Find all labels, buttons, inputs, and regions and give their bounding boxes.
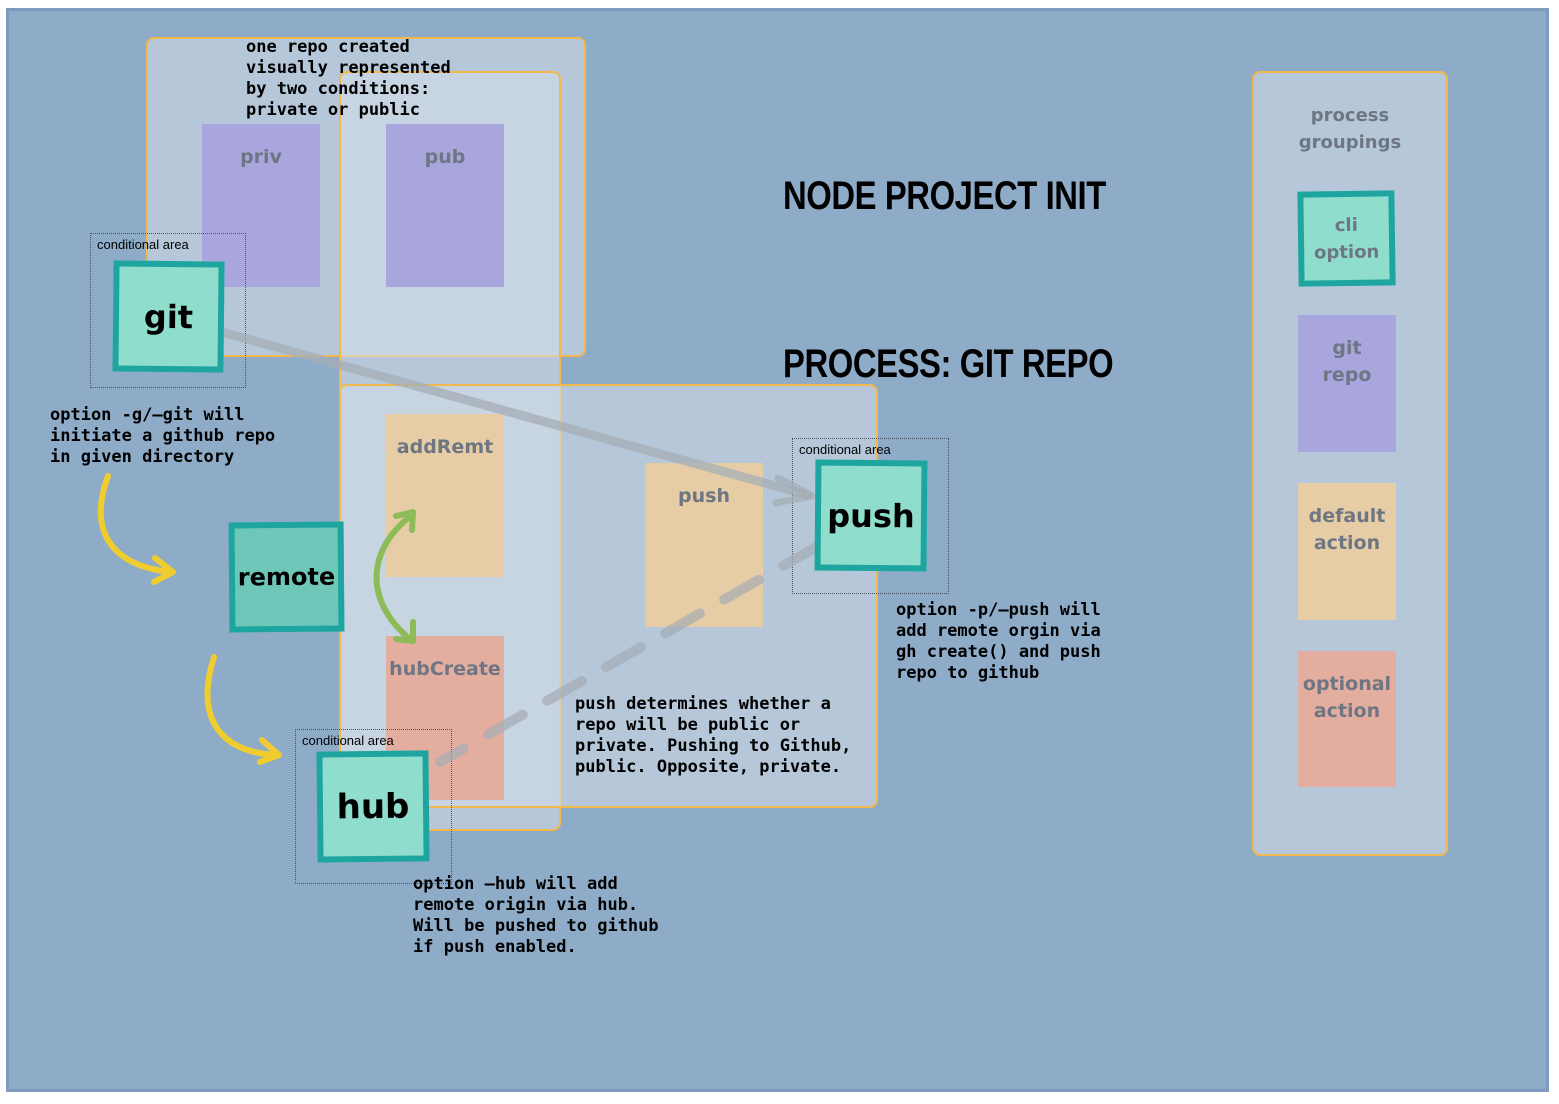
git-option-note: option -g/—git will initiate a github re… — [50, 405, 276, 467]
legend-default-action: default action — [1298, 483, 1396, 620]
push-option-note: option -p/—push will add remote orgin vi… — [896, 600, 1101, 683]
legend-heading: process groupings — [1298, 105, 1402, 153]
addremt-hubcreate-swap-arrow — [373, 512, 415, 643]
hub-option-note: option —hub will add remote origin via h… — [413, 874, 659, 957]
hub-option-label: hub — [336, 786, 410, 827]
legend-cli-label: cli option — [1313, 214, 1380, 263]
push-determines-note: push determines whether a repo will be p… — [575, 694, 852, 777]
git-option-box[interactable]: git — [112, 260, 225, 373]
remote-option-label: remote — [237, 562, 336, 592]
git-to-push-arrow — [217, 327, 813, 500]
push-option-label: push — [827, 496, 915, 535]
git-option-label: git — [143, 297, 194, 336]
push-option-box[interactable]: push — [814, 459, 928, 572]
git-to-remote-arrow — [97, 473, 173, 575]
remote-option-box[interactable]: remote — [228, 521, 345, 633]
legend-optional-action: optional action — [1298, 651, 1396, 787]
legend-cli-option: cli option — [1297, 190, 1396, 287]
legend-git-repo: git repo — [1298, 315, 1396, 452]
hub-option-box[interactable]: hub — [316, 750, 430, 863]
